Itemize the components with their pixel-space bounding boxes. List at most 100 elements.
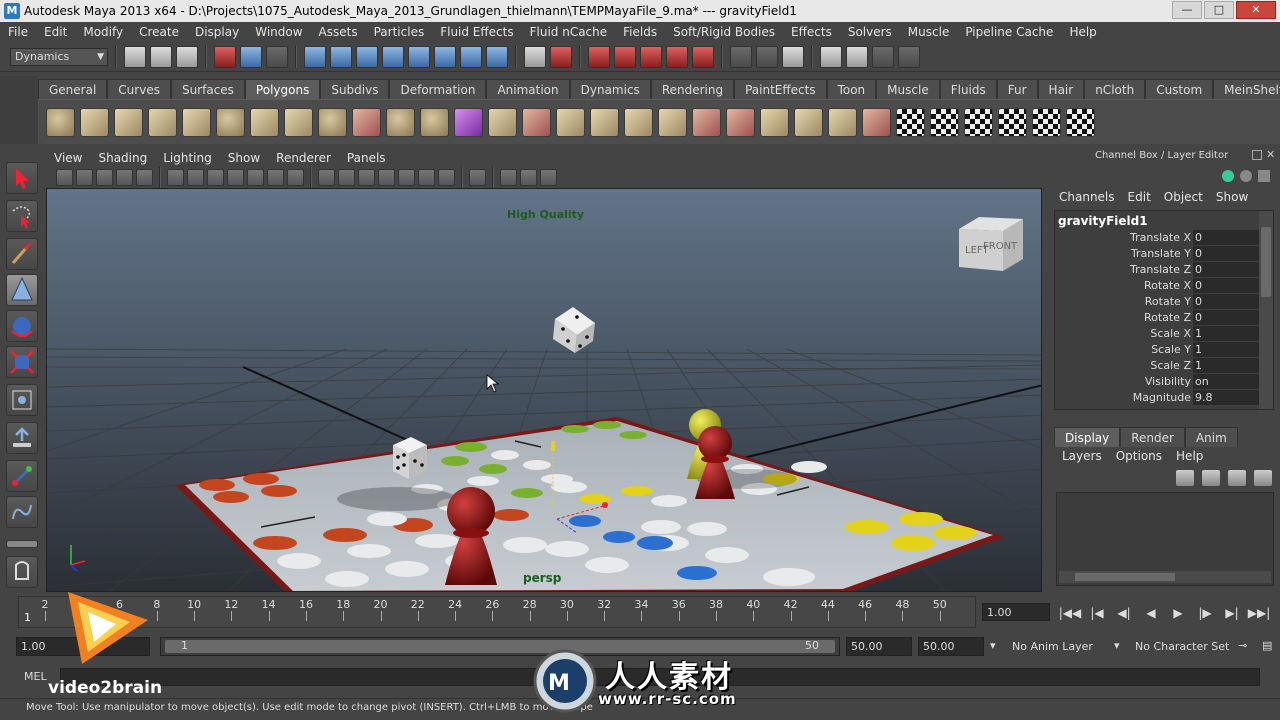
attribute-row[interactable]: Translate Y0 <box>1055 246 1259 262</box>
select-by-object-type-icon[interactable] <box>240 45 262 68</box>
tab-meinshelf[interactable]: MeinShelf <box>1213 79 1280 99</box>
poly-pyramid-icon[interactable] <box>250 107 279 137</box>
menu-create[interactable]: Create <box>131 25 187 39</box>
tab-curves[interactable]: Curves <box>107 79 171 99</box>
isolate-select-icon[interactable] <box>469 169 486 186</box>
menu-edit[interactable]: Edit <box>36 25 75 39</box>
attribute-value[interactable]: on <box>1193 374 1259 389</box>
input-output-connections-icon[interactable] <box>730 45 752 68</box>
character-set-dropdown[interactable]: No Character Set <box>1135 640 1229 653</box>
play-backwards-icon[interactable]: ◀ <box>1139 603 1163 623</box>
xray-active-components-icon[interactable] <box>520 169 537 186</box>
smooth-shade-icon[interactable] <box>338 169 355 186</box>
poly-soccer-ball-icon[interactable] <box>318 107 347 137</box>
step-forward-frame-icon[interactable]: ▶| <box>1220 603 1244 623</box>
vp-menu-show[interactable]: Show <box>220 151 268 165</box>
manipulator-tool-icon[interactable] <box>6 384 38 416</box>
attribute-value[interactable]: 1 <box>1193 326 1259 341</box>
tab-toon[interactable]: Toon <box>826 79 877 99</box>
attribute-row[interactable]: Rotate Z0 <box>1055 310 1259 326</box>
select-curves-icon[interactable] <box>356 45 378 68</box>
vp-menu-view[interactable]: View <box>46 151 90 165</box>
smooth-icon[interactable] <box>454 107 483 137</box>
new-layer-icon[interactable] <box>1228 470 1246 486</box>
bridge-icon[interactable] <box>658 107 687 137</box>
tool-settings-icon[interactable] <box>1258 170 1270 182</box>
le-menu-layers[interactable]: Layers <box>1056 449 1110 463</box>
select-camera-icon[interactable] <box>56 169 73 186</box>
attribute-row[interactable]: Scale Z1 <box>1055 358 1259 374</box>
curve-tool-icon[interactable] <box>6 496 38 528</box>
layer-list-scrollbar[interactable] <box>1059 571 1271 583</box>
cb-menu-channels[interactable]: Channels <box>1054 190 1123 204</box>
spherical-mapping-icon[interactable] <box>964 107 993 137</box>
go-to-end-icon[interactable]: ▶▶| <box>1247 603 1271 623</box>
grid-icon[interactable] <box>167 169 184 186</box>
uv-layout-icon[interactable] <box>1066 107 1095 137</box>
snap-to-view-planes-icon[interactable] <box>666 45 688 68</box>
open-scene-icon[interactable] <box>150 45 172 68</box>
attribute-value[interactable]: 9.8 <box>1193 390 1259 405</box>
tab-animation[interactable]: Animation <box>486 79 570 99</box>
attribute-value[interactable]: 1 <box>1193 358 1259 373</box>
tab-dynamics[interactable]: Dynamics <box>569 79 651 99</box>
lasso-tool-icon[interactable] <box>6 200 38 232</box>
select-rendering-icon[interactable] <box>460 45 482 68</box>
tab-deformation[interactable]: Deformation <box>389 79 487 99</box>
attribute-value[interactable]: 0 <box>1193 246 1259 261</box>
boolean-intersection-icon[interactable] <box>556 107 585 137</box>
image-plane-icon[interactable] <box>116 169 133 186</box>
select-handles-icon[interactable] <box>304 45 326 68</box>
attribute-row[interactable]: Translate Z0 <box>1055 262 1259 278</box>
chevron-down-icon[interactable]: ▾ <box>1114 639 1120 652</box>
offset-edge-loop-icon[interactable] <box>794 107 823 137</box>
snap-to-grids-icon[interactable] <box>588 45 610 68</box>
safe-action-icon[interactable] <box>267 169 284 186</box>
cylindrical-mapping-icon[interactable] <box>930 107 959 137</box>
poly-cylinder-icon[interactable] <box>114 107 143 137</box>
poly-plane-icon[interactable] <box>182 107 211 137</box>
menu-fluid-effects[interactable]: Fluid Effects <box>432 25 521 39</box>
lock-selection-icon[interactable] <box>524 45 546 68</box>
tab-display[interactable]: Display <box>1054 427 1121 447</box>
attribute-value[interactable]: 0 <box>1193 310 1259 325</box>
planar-mapping-icon[interactable] <box>896 107 925 137</box>
attribute-row[interactable]: Rotate X0 <box>1055 278 1259 294</box>
select-dynamics-icon[interactable] <box>434 45 456 68</box>
hypershade-icon[interactable] <box>898 45 920 68</box>
vp-menu-lighting[interactable]: Lighting <box>155 151 220 165</box>
move-tool-icon[interactable] <box>6 274 38 306</box>
field-chart-icon[interactable] <box>247 169 264 186</box>
float-panel-icon[interactable] <box>1252 150 1262 160</box>
chevron-down-icon[interactable]: ▾ <box>990 639 996 652</box>
attribute-row[interactable]: Scale Y1 <box>1055 342 1259 358</box>
textured-icon[interactable] <box>378 169 395 186</box>
attribute-row[interactable]: Visibility on <box>1055 374 1259 390</box>
attribute-row[interactable]: Rotate Y0 <box>1055 294 1259 310</box>
rotate-tool-icon[interactable] <box>6 310 38 342</box>
boolean-difference-icon[interactable] <box>522 107 551 137</box>
step-forward-key-icon[interactable]: |▶ <box>1193 603 1217 623</box>
tab-surfaces[interactable]: Surfaces <box>170 79 245 99</box>
tab-fur[interactable]: Fur <box>996 79 1038 99</box>
script-language-label[interactable]: MEL <box>24 670 47 683</box>
poly-cube-icon[interactable] <box>80 107 109 137</box>
menu-assets[interactable]: Assets <box>311 25 366 39</box>
menu-window[interactable]: Window <box>247 25 310 39</box>
scale-tool-icon[interactable] <box>6 346 38 378</box>
paint-select-tool-icon[interactable] <box>6 238 38 270</box>
step-back-key-icon[interactable]: ◀| <box>1112 603 1136 623</box>
menu-fluid-ncache[interactable]: Fluid nCache <box>522 25 616 39</box>
render-settings-icon[interactable] <box>872 45 894 68</box>
menu-solvers[interactable]: Solvers <box>840 25 900 39</box>
menu-pipeline-cache[interactable]: Pipeline Cache <box>957 25 1061 39</box>
render-current-frame-icon[interactable] <box>820 45 842 68</box>
select-by-component-type-icon[interactable] <box>266 45 288 68</box>
tab-render[interactable]: Render <box>1120 427 1185 447</box>
key-icon[interactable]: ⊸ <box>1238 639 1247 652</box>
scrollbar-thumb[interactable] <box>1261 227 1271 297</box>
step-back-frame-icon[interactable]: |◀ <box>1085 603 1109 623</box>
attribute-value[interactable]: 0 <box>1193 230 1259 245</box>
tab-subdivs[interactable]: Subdivs <box>320 79 390 99</box>
tab-custom[interactable]: Custom <box>1145 79 1214 99</box>
